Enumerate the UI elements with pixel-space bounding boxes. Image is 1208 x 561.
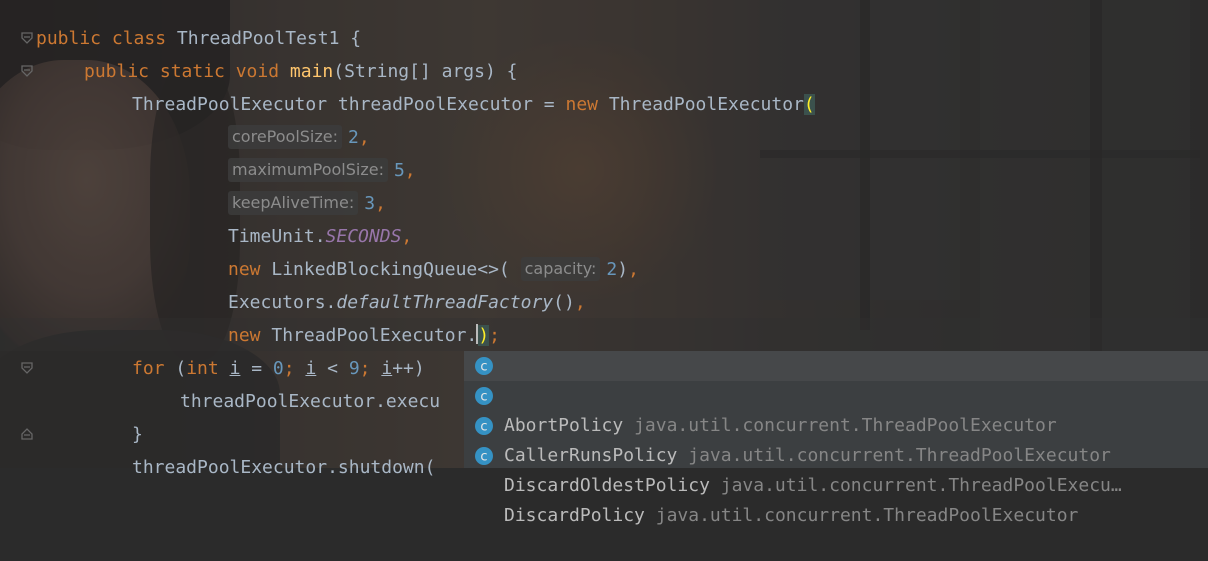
editor-gutter bbox=[0, 0, 34, 468]
parameter-hint: corePoolSize: bbox=[228, 125, 342, 149]
code-token: ( bbox=[803, 94, 815, 115]
class-icon: c bbox=[474, 416, 494, 436]
code-token: i bbox=[229, 358, 241, 379]
code-token: ThreadPoolExecutor bbox=[608, 94, 804, 115]
code-token: 3 bbox=[364, 193, 376, 214]
parameter-hint: capacity: bbox=[520, 257, 601, 281]
code-token: public bbox=[36, 28, 112, 49]
completion-item-name: DiscardPolicy bbox=[504, 505, 645, 526]
code-token: = bbox=[240, 358, 273, 379]
completion-item-name: DiscardOldestPolicy bbox=[504, 475, 710, 496]
code-line[interactable]: new LinkedBlockingQueue<>( capacity: 2), bbox=[228, 253, 639, 286]
class-icon: c bbox=[474, 446, 494, 466]
code-token: , bbox=[375, 193, 386, 214]
code-token: threadPoolExecutor.execu bbox=[180, 391, 441, 412]
code-token: ( bbox=[175, 358, 187, 379]
code-token: defaultThreadFactory bbox=[336, 292, 554, 313]
code-line[interactable]: } bbox=[132, 418, 143, 451]
parameter-hint: maximumPoolSize: bbox=[228, 158, 388, 182]
code-token: (String[] args) { bbox=[333, 61, 518, 82]
class-icon-letter: c bbox=[480, 450, 487, 465]
class-icon-letter: c bbox=[480, 360, 487, 375]
code-token: class bbox=[111, 28, 177, 49]
completion-item[interactable]: c AbortPolicy java.util.concurrent.Threa… bbox=[464, 351, 1208, 436]
code-token: for bbox=[132, 358, 176, 379]
code-token: ThreadPoolExecutor. bbox=[271, 325, 478, 346]
code-token: SECONDS bbox=[325, 226, 402, 247]
code-token: new bbox=[228, 325, 272, 346]
code-token: int bbox=[186, 358, 230, 379]
code-line[interactable]: ThreadPoolExecutor threadPoolExecutor = … bbox=[132, 88, 815, 121]
current-line-highlight bbox=[0, 318, 1208, 351]
code-line[interactable]: corePoolSize: 2, bbox=[228, 121, 370, 154]
code-token: 0 bbox=[272, 358, 284, 379]
code-line[interactable]: keepAliveTime: 3, bbox=[228, 187, 386, 220]
code-token: i bbox=[305, 358, 317, 379]
code-token: , bbox=[628, 259, 639, 280]
code-token: 5 bbox=[393, 160, 405, 181]
parameter-hint: keepAliveTime: bbox=[228, 191, 359, 215]
code-line[interactable]: public static void main(String[] args) { bbox=[84, 55, 518, 88]
code-token: ThreadPoolExecutor threadPoolExecutor = bbox=[132, 94, 566, 115]
code-line[interactable]: maximumPoolSize: 5, bbox=[228, 154, 416, 187]
code-token: , bbox=[574, 292, 586, 313]
code-line[interactable]: for (int i = 0; i < 9; i++) bbox=[132, 352, 425, 385]
code-token: i bbox=[381, 358, 393, 379]
code-token: , bbox=[358, 127, 370, 148]
code-token: void bbox=[235, 61, 290, 82]
code-token: , bbox=[404, 160, 416, 181]
code-token: 9 bbox=[348, 358, 360, 379]
code-token: () bbox=[553, 292, 575, 313]
code-token: ; bbox=[359, 358, 382, 379]
code-token: ) bbox=[478, 325, 490, 346]
code-token: 2 bbox=[348, 127, 359, 148]
code-token: new bbox=[565, 94, 609, 115]
code-line[interactable]: public class ThreadPoolTest1 { bbox=[36, 22, 361, 55]
class-icon-letter: c bbox=[480, 390, 487, 405]
class-icon: c bbox=[474, 386, 494, 406]
code-token: Executors. bbox=[228, 292, 337, 313]
completion-item[interactable]: c DiscardPolicy java.util.concurrent.Thr… bbox=[464, 441, 1208, 526]
code-token: , bbox=[401, 226, 413, 247]
code-token: ; bbox=[283, 358, 306, 379]
code-token: public bbox=[84, 61, 160, 82]
code-token: ThreadPoolTest1 { bbox=[176, 28, 362, 49]
fold-end-icon[interactable] bbox=[20, 427, 34, 441]
completion-item[interactable]: c CallerRunsPolicy java.util.concurrent.… bbox=[464, 381, 1208, 466]
code-token: < bbox=[316, 358, 349, 379]
code-token: ++) bbox=[392, 358, 425, 379]
completion-item-package: java.util.concurrent.ThreadPoolExecu… bbox=[720, 475, 1122, 496]
code-line[interactable]: TimeUnit.SECONDS, bbox=[228, 220, 412, 253]
class-icon-letter: c bbox=[480, 420, 487, 435]
completion-item-package: java.util.concurrent.ThreadPoolExecutor bbox=[655, 505, 1079, 526]
code-line[interactable]: Executors.defaultThreadFactory(), bbox=[228, 286, 586, 319]
code-token: ) bbox=[617, 259, 629, 280]
completion-item[interactable]: c DiscardOldestPolicy java.util.concurre… bbox=[464, 411, 1208, 496]
code-line[interactable]: new ThreadPoolExecutor.); bbox=[228, 319, 500, 352]
code-line[interactable]: threadPoolExecutor.execu bbox=[180, 385, 440, 418]
fold-arrow-icon[interactable] bbox=[20, 64, 34, 78]
code-completion-popup[interactable]: c AbortPolicy java.util.concurrent.Threa… bbox=[464, 351, 1208, 526]
code-token: TimeUnit. bbox=[228, 226, 326, 247]
fold-arrow-icon[interactable] bbox=[20, 31, 34, 45]
code-token: ; bbox=[489, 325, 500, 346]
code-token: main bbox=[289, 61, 334, 82]
fold-arrow-icon[interactable] bbox=[20, 361, 34, 375]
code-token: static bbox=[159, 61, 236, 82]
code-token: new bbox=[228, 259, 272, 280]
code-token: 2 bbox=[606, 259, 618, 280]
code-token: } bbox=[132, 424, 143, 445]
code-token: LinkedBlockingQueue<>( bbox=[271, 259, 521, 280]
class-icon: c bbox=[474, 356, 494, 376]
